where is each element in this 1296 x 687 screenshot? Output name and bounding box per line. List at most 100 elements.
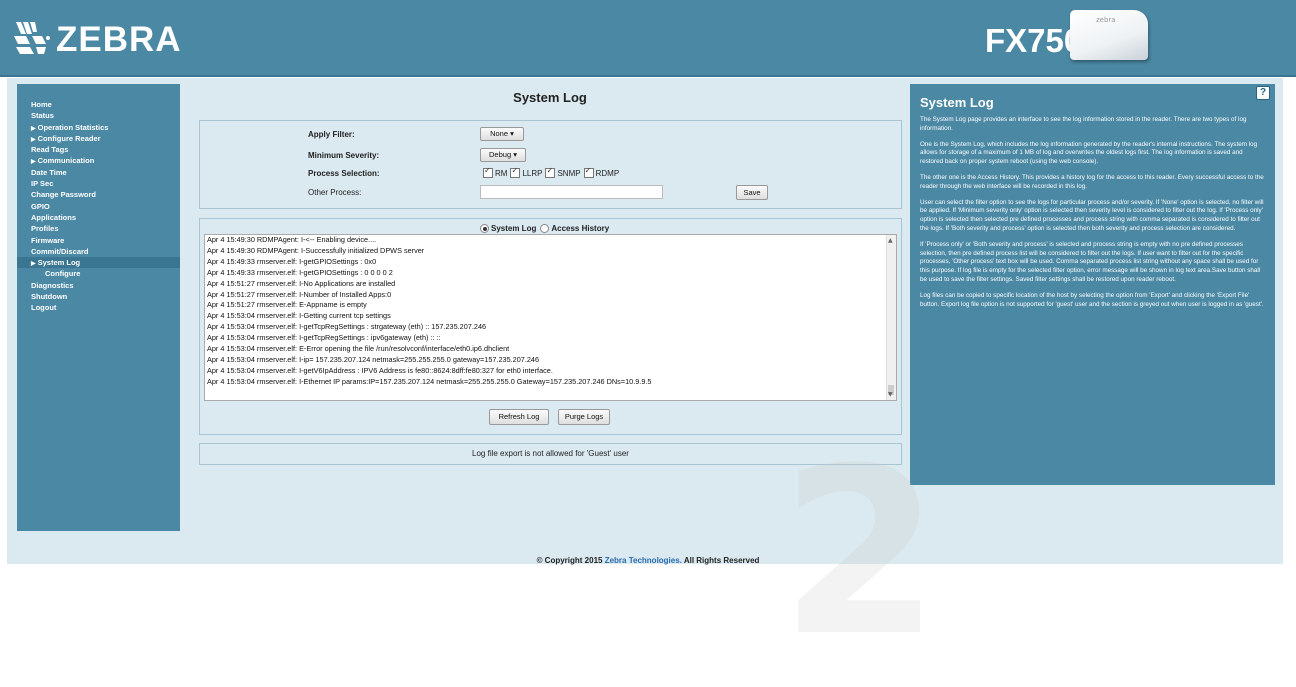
other-process-input[interactable]: [480, 185, 663, 199]
help-paragraph: User can select the filter option to see…: [920, 198, 1264, 232]
apply-filter-select[interactable]: None ▾: [480, 127, 524, 141]
expand-arrow-icon: ▶: [31, 136, 36, 143]
zebra-logo[interactable]: ZEBRA: [12, 20, 182, 60]
sidebar-item-label: Profiles: [31, 224, 59, 234]
sidebar-item-label: Status: [31, 111, 54, 121]
expand-arrow-icon: ▶: [31, 125, 36, 132]
help-paragraph: One is the System Log, which includes th…: [920, 140, 1258, 166]
sidebar-item-configure[interactable]: Configure: [17, 268, 180, 279]
sidebar-item-label: Configure: [45, 269, 81, 279]
page-title: System Log: [513, 90, 587, 105]
sidebar-item-label: Change Password: [31, 190, 97, 200]
zebra-head-icon: [14, 22, 50, 54]
header-bar: ZEBRA FX7500 zebra: [0, 0, 1296, 77]
sidebar-item-firmware[interactable]: Firmware: [17, 235, 180, 246]
sidebar-item-home[interactable]: Home: [17, 99, 180, 110]
export-panel: Log file export is not allowed for 'Gues…: [199, 443, 902, 465]
checkbox-llrp[interactable]: [510, 166, 521, 178]
sidebar-item-logout[interactable]: Logout: [17, 302, 180, 313]
dropdown-arrow-icon: ▾: [510, 129, 514, 138]
sidebar-item-label: Commit/Discard: [31, 246, 89, 256]
sidebar-item-label: Logout: [31, 303, 57, 313]
dropdown-arrow-icon: ▾: [513, 150, 517, 159]
process-label: RM: [495, 168, 508, 178]
sidebar-item-label: IP Sec: [31, 179, 54, 189]
process-label: RDMP: [595, 168, 620, 178]
zebra-link[interactable]: Zebra Technologies.: [605, 556, 682, 565]
log-line: Apr 4 15:51:27 rmserver.elf: E-Appname i…: [207, 300, 367, 310]
checkbox-snmp[interactable]: [545, 166, 556, 178]
log-line: Apr 4 15:51:27 rmserver.elf: I-No Applic…: [207, 278, 396, 288]
copyright-suffix: All Rights Reserved: [681, 556, 760, 565]
help-paragraph: The other one is the Access History. Thi…: [920, 173, 1264, 190]
apply-filter-value: None: [490, 129, 509, 138]
log-line: Apr 4 15:53:04 rmserver.elf: I-getV6IpAd…: [207, 365, 553, 375]
sidebar-item-label: Communication: [37, 156, 95, 166]
access-history-radio[interactable]: [540, 224, 550, 233]
log-text-area[interactable]: ▲ ▼ Apr 4 15:49:30 RDMPAgent: I-<-- Enab…: [204, 234, 897, 401]
log-scrollbar[interactable]: ▲ ▼: [886, 235, 896, 400]
sidebar-item-label: Applications: [31, 212, 77, 222]
process-label: LLRP: [522, 168, 543, 178]
sidebar-item-gpio[interactable]: GPIO: [17, 201, 180, 212]
tab-system-log[interactable]: System Log: [491, 224, 536, 233]
sidebar-item-communication[interactable]: ▶ Communication: [17, 155, 180, 166]
help-paragraph: Log files can be copied to specific loca…: [920, 291, 1264, 308]
brand-name: ZEBRA: [56, 20, 182, 59]
help-paragraph: The System Log page provides an interfac…: [920, 116, 1247, 132]
log-line: Apr 4 15:49:33 rmserver.elf: I-getGPIOSe…: [207, 267, 393, 277]
min-severity-select[interactable]: Debug ▾: [480, 148, 526, 162]
sidebar-item-label: Firmware: [31, 235, 65, 245]
save-button[interactable]: Save: [736, 185, 768, 200]
checkbox-rdmp[interactable]: [583, 166, 594, 178]
sidebar-item-date-time[interactable]: Date Time: [17, 167, 180, 178]
help-icon[interactable]: ?: [1256, 86, 1270, 100]
sidebar-item-operation-statistics[interactable]: ▶ Operation Statistics: [17, 122, 180, 133]
log-line: Apr 4 15:53:04 rmserver.elf: I-Ethernet …: [207, 376, 652, 386]
log-line: Apr 4 15:49:30 RDMPAgent: I-Successfully…: [207, 245, 425, 255]
sidebar-item-commit-discard[interactable]: Commit/Discard: [17, 246, 180, 257]
scroll-up-icon[interactable]: ▲: [888, 237, 893, 244]
help-title: System Log: [920, 95, 994, 110]
log-line: Apr 4 15:53:04 rmserver.elf: I-ip= 157.2…: [207, 354, 540, 364]
log-line: Apr 4 15:49:30 RDMPAgent: I-<-- Enabling…: [207, 235, 377, 244]
sidebar-item-label: Date Time: [31, 167, 67, 177]
sidebar-item-diagnostics[interactable]: Diagnostics: [17, 280, 180, 291]
copyright-prefix: © Copyright 2015: [536, 556, 605, 565]
help-panel: ? System Log The System Log page provide…: [910, 84, 1275, 485]
sidebar-item-applications[interactable]: Applications: [17, 212, 180, 223]
sidebar-item-change-password[interactable]: Change Password: [17, 189, 180, 200]
scroll-down-icon[interactable]: ▼: [888, 391, 893, 398]
sidebar-item-label: Shutdown: [31, 292, 68, 302]
checkbox-rm[interactable]: [483, 166, 493, 178]
sidebar-item-configure-reader[interactable]: ▶ Configure Reader: [17, 133, 180, 144]
sidebar-item-label: Diagnostics: [31, 280, 74, 290]
expand-arrow-icon: ▶: [31, 159, 36, 166]
sidebar-item-profiles[interactable]: Profiles: [17, 223, 180, 234]
refresh-log-button[interactable]: Refresh Log: [489, 409, 549, 425]
apply-filter-label: Apply Filter:: [308, 130, 355, 139]
sidebar-item-label: Configure Reader: [37, 133, 101, 143]
system-log-radio[interactable]: [480, 224, 489, 233]
log-line: Apr 4 15:53:04 rmserver.elf: I-Getting c…: [207, 311, 391, 321]
sidebar-item-shutdown[interactable]: Shutdown: [17, 291, 180, 302]
sidebar-item-label: Operation Statistics: [37, 122, 109, 132]
expand-arrow-icon: ▶: [31, 261, 36, 268]
help-paragraph: If 'Process only' or 'Both severity and …: [920, 240, 1261, 283]
sidebar-item-label: GPIO: [31, 201, 50, 211]
process-checkboxes: RM LLRP SNMP RDMP: [480, 166, 620, 178]
copyright: © Copyright 2015 Zebra Technologies. All…: [0, 556, 1296, 565]
min-severity-value: Debug: [489, 150, 512, 159]
export-message: Log file export is not allowed for 'Gues…: [472, 449, 629, 458]
sidebar-item-system-log[interactable]: ▶ System Log: [17, 257, 180, 269]
purge-logs-button[interactable]: Purge Logs: [558, 409, 610, 425]
log-line: Apr 4 15:49:33 rmserver.elf: I-getGPIOSe…: [207, 256, 377, 266]
sidebar-item-read-tags[interactable]: Read Tags: [17, 144, 180, 155]
tab-access-history[interactable]: Access History: [551, 224, 609, 233]
other-process-label: Other Process:: [308, 188, 362, 197]
min-severity-label: Minimum Severity:: [308, 151, 380, 160]
process-label: SNMP: [557, 168, 581, 178]
sidebar-item-label: System Log: [37, 258, 81, 268]
sidebar-item-ip-sec[interactable]: IP Sec: [17, 178, 180, 189]
sidebar-item-status[interactable]: Status: [17, 110, 180, 121]
